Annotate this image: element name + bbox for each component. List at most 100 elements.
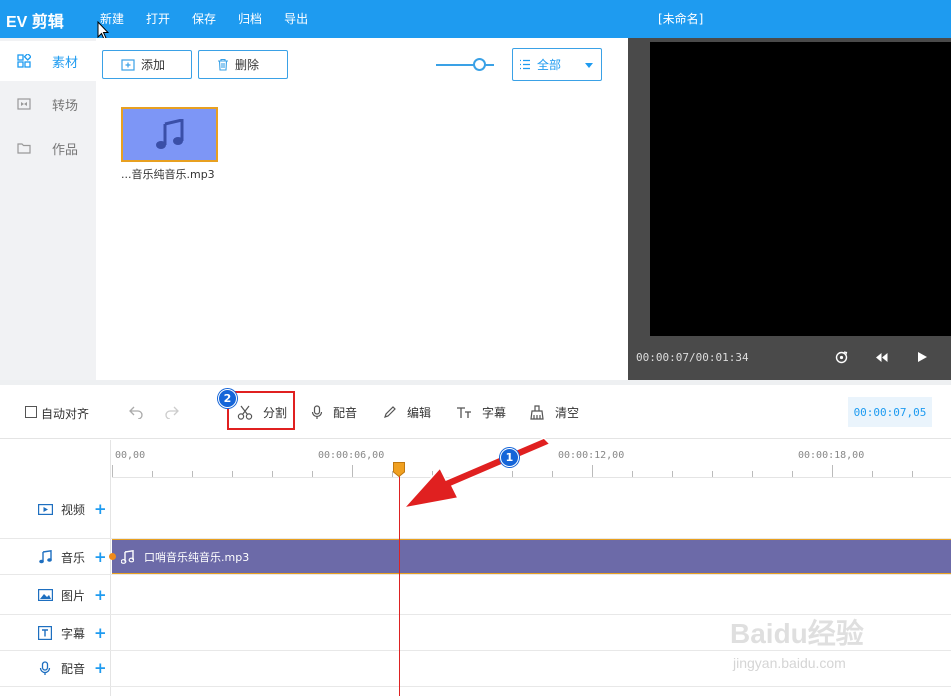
step-badge-1: 1	[500, 448, 519, 467]
folder-icon	[17, 141, 31, 155]
rewind-button[interactable]	[872, 348, 890, 366]
track-row-image: 图片 +	[0, 575, 951, 615]
track-label-music: 音乐 +	[37, 548, 107, 566]
add-image-button[interactable]: +	[94, 586, 107, 604]
music-note-icon	[37, 550, 53, 564]
split-button[interactable]: 分割	[237, 399, 287, 425]
add-button[interactable]: 添加	[102, 50, 192, 79]
track-label-dub: 配音 +	[37, 659, 107, 677]
text-icon	[456, 406, 472, 419]
undo-icon	[129, 406, 143, 419]
ruler-tick	[352, 465, 353, 477]
ruler-tick	[712, 471, 713, 477]
ruler-tick	[232, 471, 233, 477]
redo-icon	[165, 406, 179, 419]
step-badge-2: 2	[218, 389, 237, 408]
track-name: 音乐	[61, 550, 86, 565]
ruler-tick	[752, 471, 753, 477]
menu-save[interactable]: 保存	[192, 10, 216, 27]
subtitle-button[interactable]: 字幕	[456, 399, 506, 425]
filter-select-value: 全部	[537, 58, 562, 72]
add-video-button[interactable]: +	[94, 500, 107, 518]
dub-button[interactable]: 配音	[311, 399, 357, 425]
track-name: 字幕	[61, 626, 86, 641]
ruler-label: 00:00:18,00	[798, 450, 865, 461]
ruler-tick	[912, 471, 913, 477]
auto-align-label: 自动对齐	[41, 407, 90, 421]
music-note-icon	[155, 118, 183, 149]
ruler-label: 00:00:06,00	[318, 450, 385, 461]
current-timecode: 00:00:07,05	[848, 397, 932, 427]
ruler-tick	[632, 471, 633, 477]
sidebar-item-label: 素材	[52, 55, 79, 71]
menu-open[interactable]: 打开	[146, 10, 170, 27]
menu-export[interactable]: 导出	[284, 10, 308, 27]
microphone-icon	[311, 404, 323, 420]
clear-button[interactable]: 清空	[529, 399, 579, 425]
filter-select[interactable]: 全部	[512, 48, 602, 81]
clip-start-handle[interactable]	[109, 553, 116, 560]
add-button-label: 添加	[141, 58, 166, 72]
ruler-tick	[592, 465, 593, 477]
play-icon	[917, 352, 927, 362]
top-bar: EV 剪辑 新建 打开 保存 归档 导出 [未命名]	[0, 0, 951, 38]
add-subtitle-button[interactable]: +	[94, 624, 107, 642]
media-panel: 添加 删除 全部 ...音乐纯音乐.mp3	[96, 38, 626, 380]
auto-align-checkbox[interactable]	[25, 406, 37, 418]
video-icon	[37, 502, 53, 516]
image-icon	[37, 588, 53, 602]
dub-button-label: 配音	[333, 405, 358, 420]
rewind-icon	[875, 352, 887, 362]
preview-panel: 00:00:07/00:01:34	[628, 38, 951, 380]
ruler-tick	[152, 471, 153, 477]
zoom-slider-handle[interactable]	[473, 58, 486, 71]
annotation-arrow-icon	[401, 437, 552, 510]
delete-button-label: 删除	[235, 58, 260, 72]
track-label-image: 图片 +	[37, 586, 107, 604]
list-icon	[519, 59, 531, 70]
app-logo: EV 剪辑	[6, 14, 64, 31]
timeline-toolbar: 自动对齐 分割 配音 编辑 字幕 清空 00:00:07,05 2	[0, 385, 951, 439]
brush-icon	[529, 404, 545, 420]
redo-button[interactable]	[164, 399, 180, 425]
play-button[interactable]	[913, 348, 931, 366]
ruler-tick	[792, 471, 793, 477]
sidebar-item-label: 转场	[52, 98, 79, 114]
sidebar-item-materials[interactable]: 素材	[0, 41, 96, 81]
music-clip-name: 口哨音乐纯音乐.mp3	[144, 550, 250, 564]
document-title: [未命名]	[658, 12, 704, 26]
replay-button[interactable]	[832, 348, 850, 366]
ruler-tick	[312, 471, 313, 477]
music-note-icon	[121, 549, 134, 564]
ruler-label: 00,00	[115, 450, 146, 461]
sidebar-item-works[interactable]: 作品	[0, 128, 96, 168]
ruler-label: 00:00:12,00	[558, 450, 625, 461]
ruler-tick	[672, 471, 673, 477]
add-dub-button[interactable]: +	[94, 659, 107, 677]
edit-button-label: 编辑	[407, 405, 432, 420]
sidebar-item-label: 作品	[52, 142, 79, 158]
undo-button[interactable]	[128, 399, 144, 425]
subtitle-button-label: 字幕	[482, 405, 507, 420]
ruler-tick	[872, 471, 873, 477]
chevron-down-icon	[585, 63, 593, 68]
menu-archive[interactable]: 归档	[238, 10, 262, 27]
microphone-icon	[37, 660, 53, 675]
track-label-subtitle: 字幕 +	[37, 624, 107, 642]
ruler-tick	[272, 471, 273, 477]
sidebar-item-transitions[interactable]: 转场	[0, 84, 96, 124]
track-name: 视频	[61, 502, 86, 517]
add-music-button[interactable]: +	[94, 548, 107, 566]
media-item[interactable]	[121, 107, 218, 162]
ruler-tick	[192, 471, 193, 477]
grid-icon	[17, 54, 31, 68]
replay-icon	[835, 350, 847, 363]
main-menu: 新建 打开 保存 归档 导出	[100, 10, 330, 27]
scissors-icon	[237, 405, 253, 420]
edit-button[interactable]: 编辑	[383, 399, 431, 425]
delete-button[interactable]: 删除	[198, 50, 288, 79]
ruler-tick	[832, 465, 833, 477]
trash-icon	[217, 58, 229, 71]
split-button-label: 分割	[263, 405, 288, 420]
music-clip[interactable]: 口哨音乐纯音乐.mp3	[109, 539, 951, 574]
